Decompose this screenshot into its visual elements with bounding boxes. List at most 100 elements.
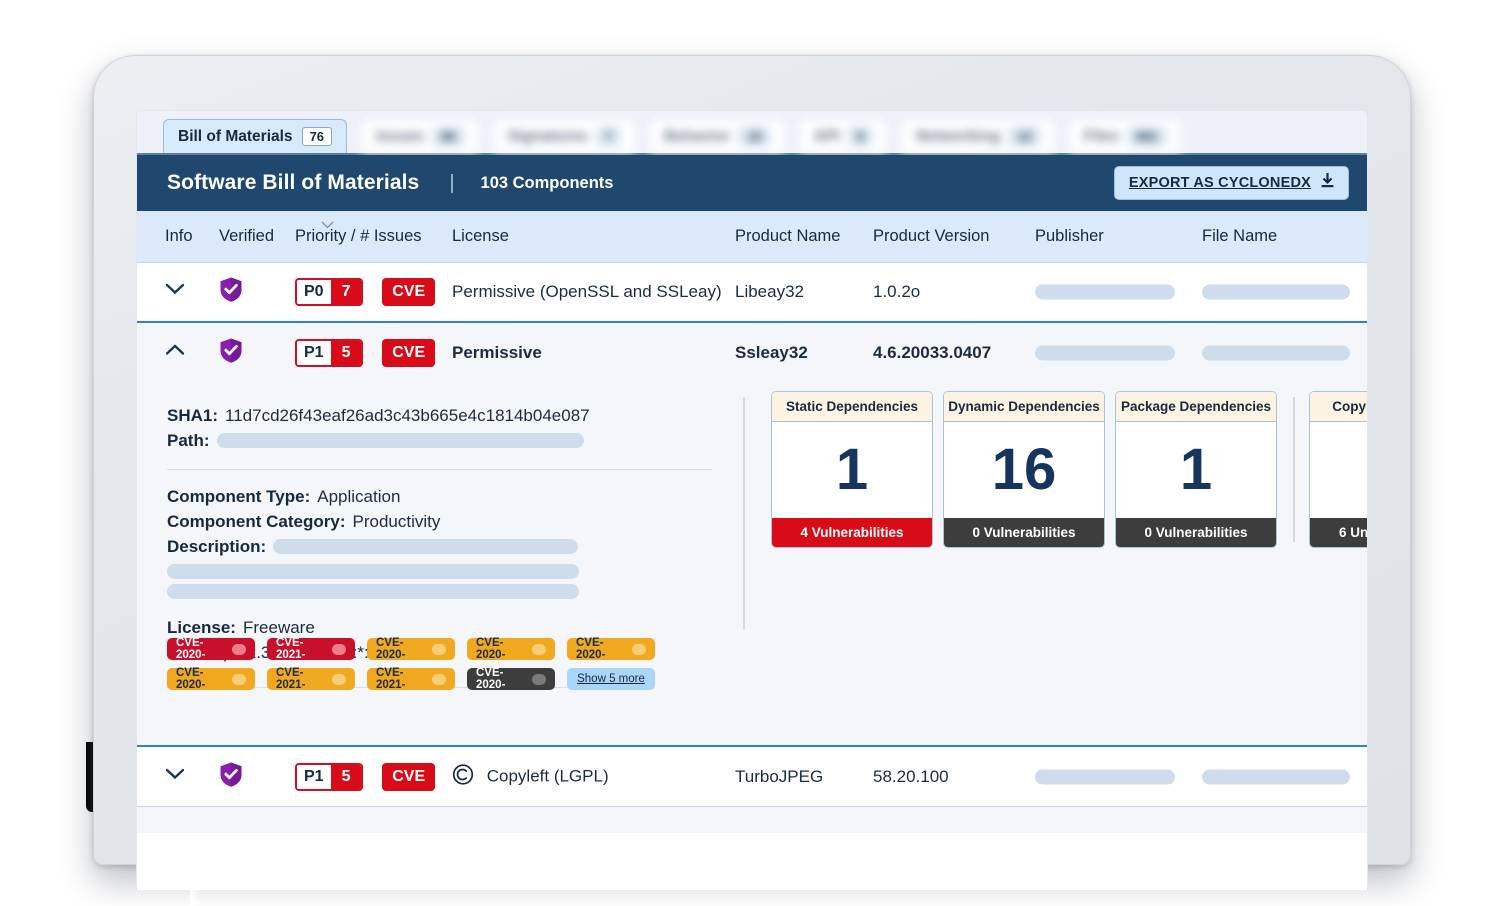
tab-badge-count: 8 <box>848 127 872 146</box>
product-name-cell: Ssleay32 <box>735 343 808 362</box>
column-header-publisher[interactable]: Publisher <box>1035 227 1104 246</box>
cve-chip-redacted-id <box>232 673 246 685</box>
copyleft-icon <box>452 763 474 790</box>
row-expand-chevron-down-icon[interactable] <box>165 283 185 301</box>
description-label: Description: <box>167 537 267 556</box>
cve-chip-redacted-id <box>432 643 446 655</box>
product-version-cell: 58.20.100 <box>873 766 949 786</box>
priority-badge[interactable]: P0 7 <box>295 278 364 306</box>
table-bottom-strip <box>137 807 1367 833</box>
table-row[interactable]: P1 5 CVE Copyleft (LGPL) TurboJPEG 58.20… <box>137 747 1367 807</box>
tab-label: API <box>813 127 840 145</box>
cve-chip[interactable]: CVE-2020- <box>467 637 555 661</box>
cve-chip[interactable]: CVE-2020- <box>467 667 555 691</box>
path-value-redacted <box>216 433 584 448</box>
card-dynamic-dependencies[interactable]: Dynamic Dependencies 16 0 Vulnerabilitie… <box>943 391 1105 548</box>
tab-bill-of-materials[interactable]: Bill of Materials 76 <box>163 119 348 153</box>
description-row-3 <box>167 584 712 599</box>
priority-level: P1 <box>297 764 331 789</box>
product-name-cell: TurboJPEG <box>735 766 824 786</box>
verified-shield-icon <box>219 277 243 308</box>
product-name-cell: Libeay32 <box>735 282 805 301</box>
component-category-row: Component Category: Productivity <box>167 509 712 534</box>
verified-shield-icon <box>219 338 243 369</box>
cve-chip[interactable]: CVE-2020- <box>167 637 255 661</box>
tab-api[interactable]: API 8 <box>798 119 887 153</box>
card-static-dependencies[interactable]: Static Dependencies 1 4 Vulnerabilities <box>771 391 933 548</box>
cve-chip-redacted-id <box>232 643 246 655</box>
cve-chip-redacted-id <box>632 643 646 655</box>
priority-level: P1 <box>297 341 331 365</box>
column-header-info[interactable]: Info <box>165 227 193 246</box>
description-value-redacted-3 <box>167 584 579 599</box>
sha1-label: SHA1: <box>167 406 219 425</box>
tab-label: Issues <box>376 127 425 145</box>
priority-badge[interactable]: P1 5 <box>295 762 364 791</box>
card-footer: 0 Vulnerabilities <box>1116 518 1276 547</box>
cve-chip[interactable]: CVE-2021- <box>367 667 455 691</box>
cve-chip-list: CVE-2020- CVE-2021- CVE-2020- CVE-2020- … <box>167 637 727 691</box>
sha1-row: SHA1: 11d7cd26f43eaf26ad3c43b665e4c1814b… <box>167 403 712 428</box>
cve-chip-label: CVE-2020- <box>176 637 206 661</box>
tab-networking[interactable]: Networking 12 <box>901 119 1055 153</box>
tab-badge-count: 15 <box>739 127 770 146</box>
column-header-product-version[interactable]: Product Version <box>873 227 989 246</box>
priority-issue-count: 7 <box>330 280 362 304</box>
component-type-value: Application <box>317 487 401 506</box>
export-as-cyclonedx-button[interactable]: EXPORT AS CYCLONEDX <box>1113 166 1349 200</box>
column-header-priority[interactable]: Priority / # Issues <box>295 221 422 246</box>
cve-chip-label: CVE-2020- <box>176 667 206 691</box>
table-column-headers: Info Verified Priority / # Issues Licens… <box>137 211 1367 263</box>
cve-chip-label: CVE-2021- <box>376 667 406 691</box>
description-row: Description: <box>167 534 712 559</box>
priority-and-cve-group: P1 5 CVE <box>295 339 436 367</box>
component-type-label: Component Type: <box>167 487 311 506</box>
column-header-license[interactable]: License <box>452 227 509 246</box>
column-header-product-name[interactable]: Product Name <box>735 227 840 246</box>
row-collapse-chevron-up-icon[interactable] <box>165 344 185 362</box>
tab-files[interactable]: Files 881 <box>1068 119 1181 153</box>
row-expand-chevron-down-icon[interactable] <box>165 768 185 786</box>
tab-issues[interactable]: Issues 86 <box>361 119 479 153</box>
table-row-expanded[interactable]: P1 5 CVE Permissive Ssleay32 4.6.20033.0… <box>137 323 1367 383</box>
priority-and-cve-group: P0 7 CVE <box>295 278 436 306</box>
tab-signatures[interactable]: Signatures 7 <box>492 119 636 153</box>
priority-badge[interactable]: P1 5 <box>295 339 364 367</box>
card-value: 1 <box>1116 422 1276 518</box>
detail-divider <box>167 469 712 470</box>
export-button-label: EXPORT AS CYCLONEDX <box>1128 175 1311 191</box>
show-more-cves-link[interactable]: Show 5 more <box>567 668 655 690</box>
cve-badge[interactable]: CVE <box>382 762 436 791</box>
component-detail-panel: SHA1: 11d7cd26f43eaf26ad3c43b665e4c1814b… <box>137 383 1367 747</box>
sort-chevron-down-icon <box>321 215 334 234</box>
cve-chip-label: CVE-2020- <box>576 637 606 661</box>
table-row[interactable]: P0 7 CVE Permissive (OpenSSL and SSLeay)… <box>137 263 1367 323</box>
column-header-verified[interactable]: Verified <box>219 227 274 246</box>
tab-badge-count: 881 <box>1128 127 1166 146</box>
description-value-redacted <box>273 539 579 554</box>
tab-behavior[interactable]: Behavior 15 <box>649 119 785 153</box>
component-category-value: Productivity <box>352 512 441 531</box>
detail-spacer <box>167 599 712 615</box>
cve-chip-label: CVE-2020- <box>476 667 506 691</box>
license-cell: Permissive <box>452 343 542 362</box>
cve-badge[interactable]: CVE <box>382 339 436 367</box>
card-title: Static Dependencies <box>772 392 932 422</box>
tab-badge-count: 7 <box>596 127 621 146</box>
cve-chip-redacted-id <box>332 643 346 655</box>
file-name-cell-redacted <box>1202 345 1350 361</box>
license-cell-group: Copyleft (LGPL) <box>452 763 609 790</box>
cve-badge[interactable]: CVE <box>382 278 436 306</box>
cve-chip[interactable]: CVE-2020- <box>367 637 455 661</box>
verified-shield-icon <box>219 761 243 792</box>
component-count-label: 103 Components <box>480 173 614 192</box>
cve-chip[interactable]: CVE-2021- <box>267 637 355 661</box>
column-header-file-name[interactable]: File Name <box>1202 227 1277 246</box>
card-copyleft-licenses[interactable]: Copyleft Licenses 1 6 Undetermined <box>1309 391 1367 548</box>
card-package-dependencies[interactable]: Package Dependencies 1 0 Vulnerabilities <box>1115 391 1277 548</box>
cve-chip[interactable]: CVE-2020- <box>567 637 655 661</box>
cve-chip[interactable]: CVE-2021- <box>267 667 355 691</box>
cve-chip-label: CVE-2020- <box>476 637 506 661</box>
cve-chip[interactable]: CVE-2020- <box>167 667 255 691</box>
cards-vertical-divider <box>1293 397 1295 542</box>
